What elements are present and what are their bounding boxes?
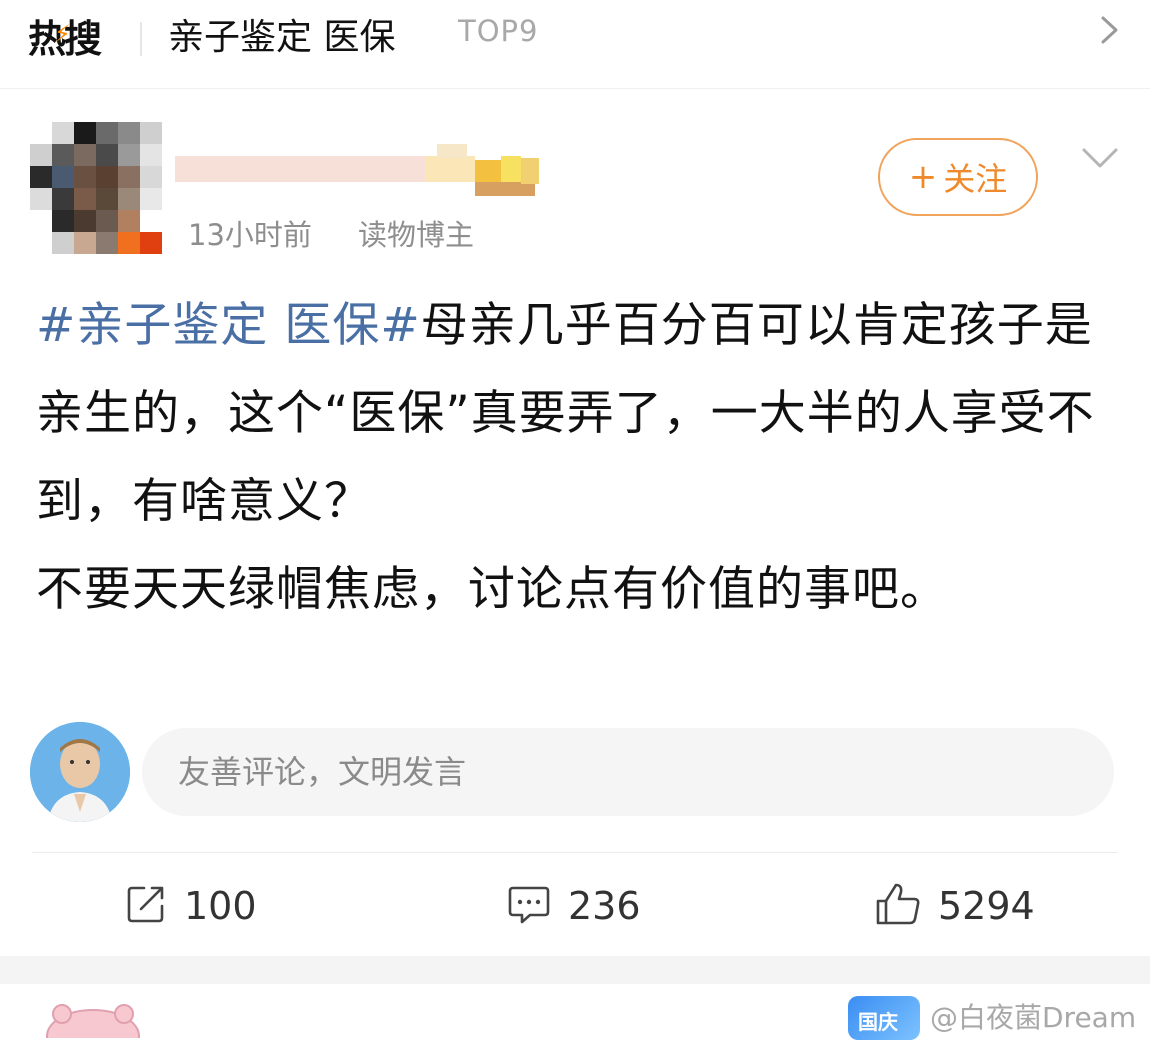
- next-post-avatar[interactable]: [38, 998, 148, 1058]
- thumbs-up-icon: [874, 881, 922, 931]
- repost-count: 100: [184, 884, 257, 928]
- chevron-down-icon[interactable]: [1078, 142, 1122, 178]
- plus-icon: +: [908, 157, 938, 197]
- author-tag: 读物博主: [358, 218, 475, 252]
- comment-input[interactable]: [142, 728, 1114, 816]
- watermark: @白夜菌Dream: [930, 1001, 1137, 1034]
- repost-button[interactable]: 100: [124, 876, 257, 936]
- feed-separator: [0, 956, 1150, 984]
- divider: [32, 852, 1118, 853]
- promo-text: 国庆: [858, 1010, 898, 1034]
- like-count: 5294: [938, 884, 1035, 928]
- follow-label: 关注: [943, 160, 1008, 198]
- like-button[interactable]: 5294: [874, 876, 1035, 936]
- hot-search-title: 亲子鉴定 医保: [168, 17, 396, 58]
- hot-search-logo: 热搜 ⚡: [28, 17, 102, 61]
- author-name-blurred[interactable]: [175, 144, 540, 196]
- chevron-right-icon[interactable]: [1096, 12, 1124, 52]
- hot-search-bar[interactable]: 热搜 ⚡ 亲子鉴定 医保 TOP9: [0, 0, 1150, 89]
- divider: [140, 22, 142, 56]
- post-time: 13小时前: [188, 218, 312, 252]
- comment-icon: [506, 882, 552, 930]
- comment-count: 236: [568, 884, 641, 928]
- author-avatar[interactable]: [30, 122, 162, 254]
- comment-button[interactable]: 236: [506, 876, 641, 936]
- topic-link[interactable]: #亲子鉴定 医保#: [36, 298, 421, 353]
- post-text-part2: 不要天天绿帽焦虑，讨论点有价值的事吧。: [36, 562, 948, 617]
- flash-icon: ⚡: [54, 20, 71, 48]
- repost-icon: [124, 882, 168, 930]
- my-avatar[interactable]: [30, 722, 130, 822]
- post-text: #亲子鉴定 医保#母亲几乎百分百可以肯定孩子是亲生的，这个“医保”真要弄了，一大…: [36, 282, 1126, 634]
- hot-search-rank: TOP9: [458, 14, 539, 48]
- follow-button[interactable]: + 关注: [878, 138, 1038, 216]
